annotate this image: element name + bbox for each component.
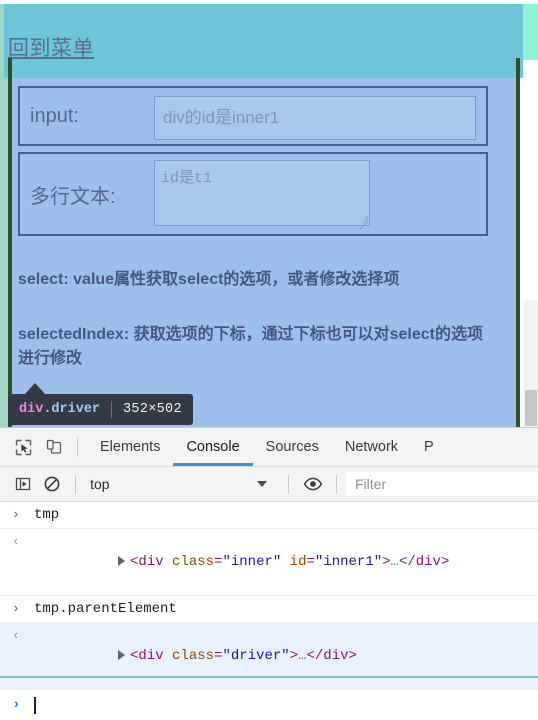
input-chevron-icon: › [12,601,20,616]
textarea-field-label: 多行文本: [30,185,116,208]
console-input-text: tmp.parentElement [34,601,177,617]
console-toolbar-divider-3 [336,474,337,494]
console-toolbar-divider-1 [75,474,77,494]
result-chevron-icon: ‹ [12,534,20,549]
web-page-viewport: 回到菜单 input: 多行文本: select: value属性获取selec… [0,0,538,427]
input-field-label: input: [30,104,79,127]
clear-console-button[interactable] [37,470,66,498]
tab-elements[interactable]: Elements [87,428,173,466]
input-field-row: input: [18,86,488,146]
prompt-chevron-icon: › [12,697,21,713]
page-vertical-scrollbar-thumb[interactable] [525,390,537,426]
console-prompt-row[interactable]: › [0,690,538,720]
div-driver-container: input: 多行文本: select: value属性获取select的选项，… [12,78,516,427]
eye-icon [303,477,322,491]
inspect-highlight-right-border [516,58,520,427]
expand-triangle-icon[interactable] [118,556,126,567]
console-input-row[interactable]: › tmp [0,502,538,529]
text-cursor [34,696,36,714]
t1-textarea[interactable] [154,160,370,226]
tab-performance[interactable]: P [411,428,447,466]
back-to-menu-link[interactable]: 回到菜单 [8,32,94,62]
select-value-note: select: value属性获取select的选项，或者修改选择项 [18,271,400,288]
devtools-tabbar: Elements Console Sources Network P [0,428,538,467]
live-expression-button[interactable] [298,470,327,498]
console-context-selector[interactable]: top [85,472,279,496]
console-input-row[interactable]: › tmp.parentElement [0,596,538,623]
inspect-element-icon [15,439,31,455]
device-toolbar-icon [46,439,61,454]
chevron-down-icon [257,481,267,487]
textarea-wrapper [154,160,370,230]
console-context-value: top [90,476,110,492]
console-sidebar-button[interactable] [8,470,37,498]
inspect-element-button[interactable] [8,433,38,461]
tab-console[interactable]: Console [173,428,252,466]
input-chevron-icon: › [12,507,20,522]
clear-console-icon [44,476,59,492]
devtools-panel: Elements Console Sources Network P top F… [0,427,538,720]
expand-triangle-icon[interactable] [118,650,126,661]
toolbar-divider [77,437,78,457]
console-result-row[interactable]: ‹ <div class="inner" id="inner1">…</div> [0,529,538,596]
tooltip-class-name: .driver [43,402,101,417]
device-toolbar-button[interactable] [38,433,68,461]
console-filter-input[interactable] [346,472,538,496]
inner1-text-input[interactable] [154,96,476,140]
tooltip-dimensions: 352×502 [123,402,182,417]
inspect-tooltip: div .driver 352×502 [8,394,193,425]
tooltip-tag-name: div [19,402,44,417]
textarea-field-row: 多行文本: [18,152,488,236]
tab-sources[interactable]: Sources [253,428,332,466]
tab-network[interactable]: Network [332,428,411,466]
result-chevron-icon: ‹ [12,628,20,643]
console-toolbar: top [0,467,538,502]
console-toolbar-divider-2 [288,474,289,494]
console-result-row[interactable]: ‹ <div class="driver">…</div> [0,623,538,690]
selected-index-note: selectedIndex: 获取选项的下标，通过下标也可以对select的选项… [18,326,483,367]
console-log-area: › tmp ‹ <div class="inner" id="inner1">…… [0,502,538,720]
screenshot-root: 回到菜单 input: 多行文本: select: value属性获取selec… [0,0,538,720]
tooltip-separator [111,401,113,418]
console-input-text: tmp [34,507,60,523]
console-sidebar-icon [15,477,30,491]
console-result-html: <div class="inner" id="inner1">…</div> [34,532,449,592]
